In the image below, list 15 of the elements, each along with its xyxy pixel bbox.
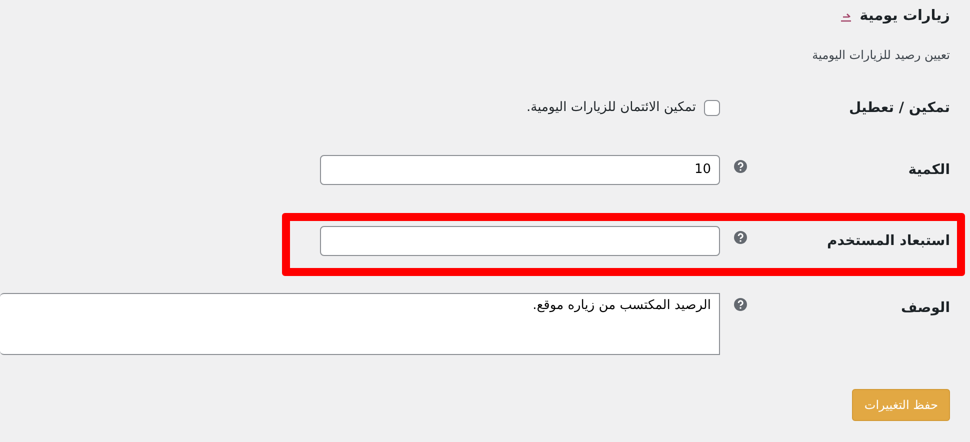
text-field[interactable]: 10	[320, 154, 720, 185]
field-label: تمكين / تعطيل	[848, 98, 950, 118]
section-title: زيارات يومية	[860, 7, 950, 26]
section-description: تعيين رصيد للزيارات اليومية	[811, 46, 950, 64]
checkbox-label: تمكين الائتمان للزيارات اليومية.	[526, 98, 696, 117]
field-label: الكمية	[907, 160, 950, 180]
help-icon[interactable]	[734, 298, 746, 311]
description-field[interactable]: الرصيد المكتسب من زياره موقع.	[0, 292, 720, 355]
help-icon[interactable]	[734, 160, 746, 173]
text-field[interactable]	[320, 226, 720, 256]
field-label: الوصف	[900, 298, 950, 318]
help-icon[interactable]	[734, 230, 746, 244]
checkbox[interactable]	[704, 100, 720, 116]
field-label: استبعاد المستخدم	[826, 232, 950, 251]
back-link-icon[interactable]	[840, 12, 852, 22]
